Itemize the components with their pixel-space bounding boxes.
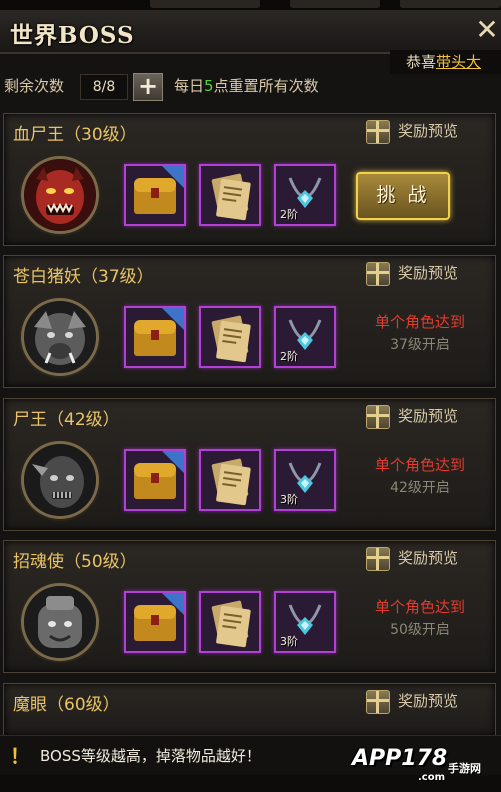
reward-preview-label: 奖励预览: [398, 692, 459, 710]
ticker-player-link[interactable]: 带头大: [436, 53, 481, 71]
resource-slot: [400, 0, 501, 8]
window-title: 世界BOSS: [10, 22, 135, 49]
unlock-level: 37级开启: [390, 337, 450, 353]
boss-card: 尸王（42级） 奖励预览 3阶 单个角色达到 42级开启: [3, 398, 496, 531]
exclamation-icon: ！: [10, 744, 30, 768]
gift-icon: [366, 262, 390, 286]
attempts-row: 剩余次数 8/8 + 每日5点重置所有次数: [0, 70, 501, 102]
reward-preview-button[interactable]: 奖励预览: [366, 404, 491, 430]
attempts-value: 8/8: [80, 74, 128, 100]
reward-preview-button[interactable]: 奖励预览: [366, 689, 491, 715]
item-tier: 3阶: [280, 493, 298, 506]
gem-necklace-icon[interactable]: 3阶: [274, 449, 336, 511]
boss-card: 血尸王（30级） 奖励预览 2阶 挑 战: [3, 113, 496, 246]
watermark: APP178 手游网 .com: [342, 742, 501, 792]
treasure-chest-icon[interactable]: [124, 164, 186, 226]
boss-card: 魔眼（60级） 奖励预览: [3, 683, 496, 737]
reward-preview-label: 奖励预览: [398, 407, 459, 425]
unlock-requirement: 单个角色达到 37级开启: [349, 311, 491, 357]
watermark-cn: 手游网: [448, 762, 481, 775]
reset-prefix: 每日: [174, 77, 205, 95]
item-tier: 2阶: [280, 208, 298, 221]
requirement-line: 单个角色达到: [374, 598, 465, 616]
treasure-chest-icon[interactable]: [124, 306, 186, 368]
gem-necklace-icon[interactable]: 2阶: [274, 306, 336, 368]
window-header: 世界BOSS: [0, 10, 501, 54]
reward-preview-label: 奖励预览: [398, 264, 459, 282]
scroll-icon[interactable]: [199, 164, 261, 226]
watermark-logo: APP178: [352, 746, 448, 771]
reset-suffix: 点重置所有次数: [213, 77, 319, 95]
unlock-level: 50级开启: [390, 622, 450, 638]
scroll-icon[interactable]: [199, 306, 261, 368]
boss-name: 尸王（42级）: [13, 410, 120, 430]
grey-boar-icon: [21, 298, 99, 376]
top-status-bar: [0, 0, 501, 10]
close-button[interactable]: ✕: [473, 10, 501, 52]
gift-icon: [366, 405, 390, 429]
unlock-requirement: 单个角色达到 50级开启: [349, 596, 491, 642]
reward-preview-button[interactable]: 奖励预览: [366, 261, 491, 287]
reward-preview-button[interactable]: 奖励预览: [366, 546, 491, 572]
reset-info: 每日5点重置所有次数: [174, 70, 319, 102]
unlock-requirement: 单个角色达到 42级开启: [349, 454, 491, 500]
gift-icon: [366, 120, 390, 144]
boss-name: 招魂使（50级）: [13, 552, 137, 572]
requirement-line: 单个角色达到: [374, 313, 465, 331]
resource-slot: [290, 0, 380, 8]
zombie-king-icon: [21, 441, 99, 519]
gem-necklace-icon[interactable]: 3阶: [274, 591, 336, 653]
reward-preview-label: 奖励预览: [398, 549, 459, 567]
reward-preview-label: 奖励预览: [398, 122, 459, 140]
tip-text: BOSS等级越高，掉落物品越好！: [40, 747, 261, 765]
gift-icon: [366, 547, 390, 571]
scroll-icon[interactable]: [199, 591, 261, 653]
requirement-line: 单个角色达到: [374, 456, 465, 474]
gem-necklace-icon[interactable]: 2阶: [274, 164, 336, 226]
scroll-icon[interactable]: [199, 449, 261, 511]
soul-caller-icon: [21, 583, 99, 661]
attempts-label: 剩余次数: [4, 77, 65, 95]
ticker-prefix: 恭喜: [406, 53, 437, 71]
boss-card: 招魂使（50级） 奖励预览 3阶 单个角色达到 50级开启: [3, 540, 496, 673]
treasure-chest-icon[interactable]: [124, 449, 186, 511]
add-attempts-button[interactable]: +: [133, 73, 163, 101]
treasure-chest-icon[interactable]: [124, 591, 186, 653]
boss-name: 苍白猪妖（37级）: [13, 267, 154, 287]
challenge-button[interactable]: 挑 战: [356, 172, 450, 220]
resource-slot: [150, 0, 260, 8]
item-tier: 2阶: [280, 350, 298, 363]
unlock-level: 42级开启: [390, 480, 450, 496]
red-demon-icon: [21, 156, 99, 234]
gift-icon: [366, 690, 390, 714]
boss-card: 苍白猪妖（37级） 奖励预览 2阶 单个角色达到 37级开启: [3, 255, 496, 388]
reward-preview-button[interactable]: 奖励预览: [366, 119, 491, 145]
boss-name: 血尸王（30级）: [13, 125, 137, 145]
item-tier: 3阶: [280, 635, 298, 648]
reset-hour: 5: [204, 77, 214, 95]
watermark-url: .com: [418, 772, 446, 783]
boss-name: 魔眼（60级）: [13, 695, 120, 715]
